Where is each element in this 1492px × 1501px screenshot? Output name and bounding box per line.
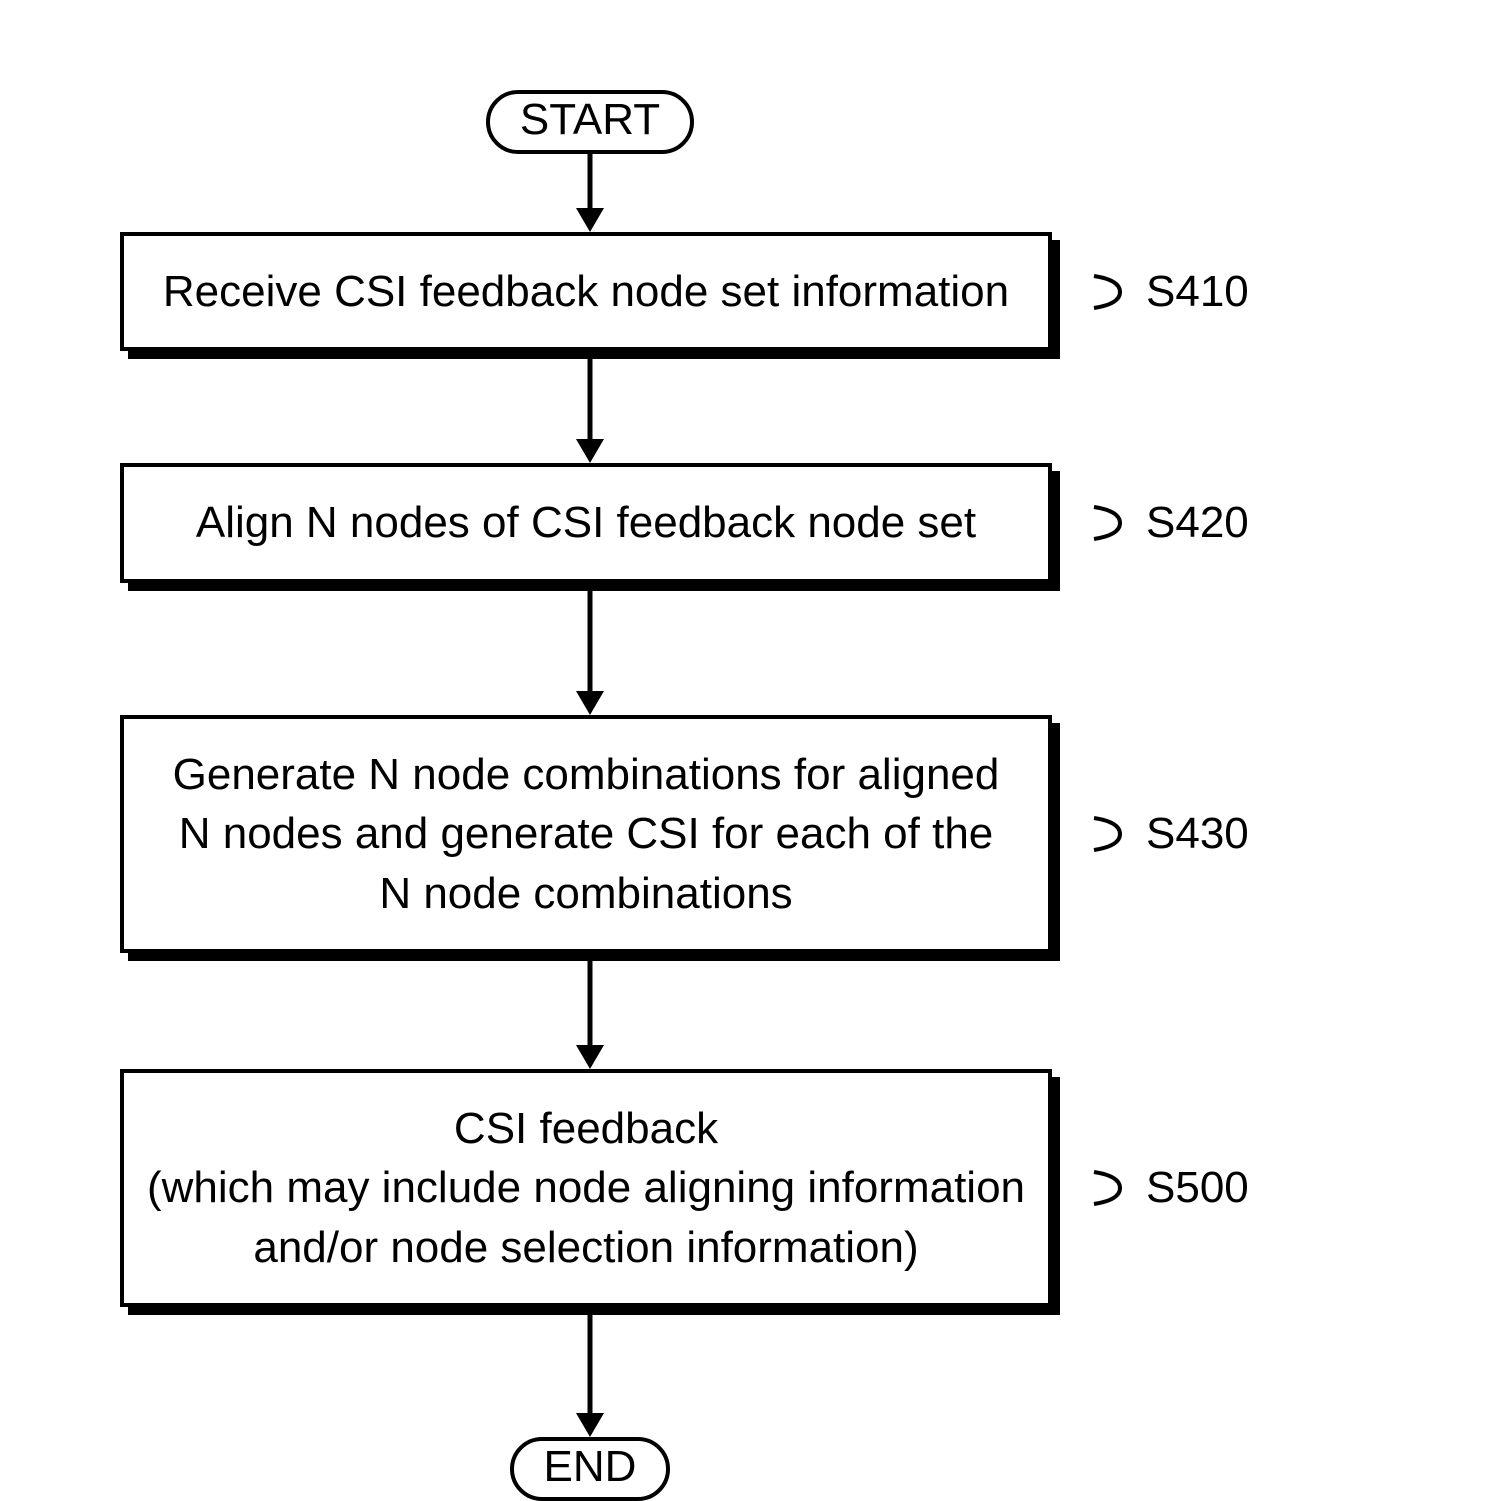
step-label-text: S410 bbox=[1146, 267, 1249, 317]
end-terminator: END bbox=[510, 1437, 671, 1501]
step-label: S500 bbox=[1090, 1163, 1249, 1213]
step-label-text: S430 bbox=[1146, 809, 1249, 859]
step-label-text: S420 bbox=[1146, 498, 1249, 548]
step-label: S420 bbox=[1090, 498, 1249, 548]
process-box: Generate N node combinations for aligned… bbox=[120, 715, 1052, 953]
process-box: CSI feedback(which may include node alig… bbox=[120, 1069, 1052, 1307]
step-label-text: S500 bbox=[1146, 1163, 1249, 1213]
flowchart: START Receive CSI feedback node set info… bbox=[120, 90, 1400, 1501]
arrow-icon bbox=[120, 953, 1060, 1069]
arrow-icon bbox=[120, 1307, 1060, 1437]
arrow-icon bbox=[120, 351, 1060, 463]
start-terminator: START bbox=[486, 90, 694, 154]
step-s420: Align N nodes of CSI feedback node set S… bbox=[120, 463, 1400, 582]
step-label: S410 bbox=[1090, 267, 1249, 317]
step-s430: Generate N node combinations for aligned… bbox=[120, 715, 1400, 953]
step-s410: Receive CSI feedback node set informatio… bbox=[120, 232, 1400, 351]
arrow-icon bbox=[120, 583, 1060, 715]
step-label: S430 bbox=[1090, 809, 1249, 859]
arrow-icon bbox=[120, 154, 1060, 232]
process-box: Align N nodes of CSI feedback node set bbox=[120, 463, 1052, 582]
step-s500: CSI feedback(which may include node alig… bbox=[120, 1069, 1400, 1307]
process-box: Receive CSI feedback node set informatio… bbox=[120, 232, 1052, 351]
